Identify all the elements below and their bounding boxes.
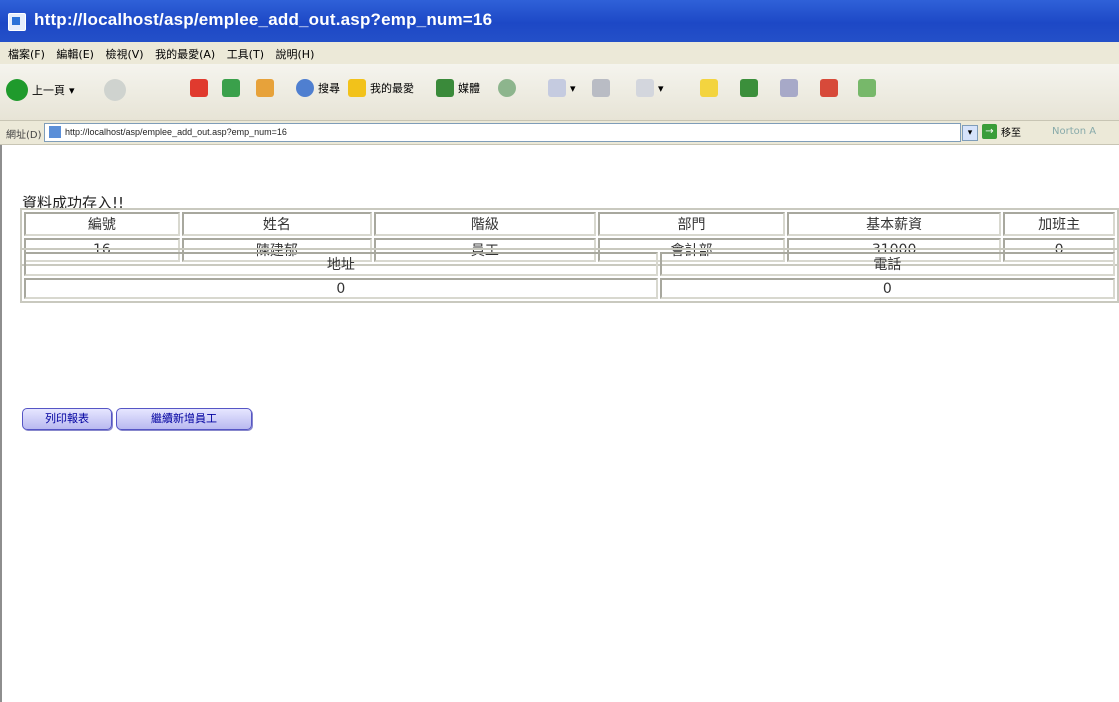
table-header-cell: 電話	[659, 252, 1115, 276]
dropdown-icon: ▾	[570, 81, 576, 95]
folder-icon	[700, 79, 718, 97]
window-left-edge	[0, 145, 2, 702]
menu-tools[interactable]: 工具(T)	[227, 46, 264, 62]
messenger-button[interactable]	[740, 79, 758, 97]
window-title: http://localhost/asp/emplee_add_out.asp?…	[34, 10, 493, 29]
media-button[interactable]: 媒體	[436, 79, 480, 97]
edit-button[interactable]: ▾	[636, 79, 664, 97]
edit-icon	[636, 79, 654, 97]
menu-help[interactable]: 說明(H)	[276, 46, 315, 62]
research-button[interactable]	[820, 79, 838, 97]
print-icon	[592, 79, 610, 97]
table-header-cell: 階級	[373, 212, 597, 236]
back-button[interactable]: 上一頁 ▾	[6, 79, 75, 101]
print-button[interactable]	[592, 79, 610, 97]
menu-edit[interactable]: 編輯(E)	[56, 46, 94, 62]
search-button[interactable]: 搜尋	[296, 79, 340, 97]
discuss-icon	[780, 79, 798, 97]
address-input[interactable]: http://localhost/asp/emplee_add_out.asp?…	[44, 123, 961, 142]
address-url: http://localhost/asp/emplee_add_out.asp?…	[65, 127, 287, 137]
forward-arrow-icon	[104, 79, 126, 101]
address-dropdown-icon[interactable]: ▾	[962, 125, 978, 141]
address-bar: 網址(D) http://localhost/asp/emplee_add_ou…	[0, 121, 1119, 145]
browser-page-icon	[8, 13, 26, 31]
home-button[interactable]	[256, 79, 274, 97]
table-cell: 0	[659, 278, 1115, 299]
go-arrow-icon: →	[982, 124, 997, 139]
table-header-cell: 部門	[598, 212, 786, 236]
table-row: 編號 姓名 階級 部門 基本薪資 加班主	[24, 212, 1115, 236]
dropdown-icon: ▾	[658, 81, 664, 95]
dropdown-icon: ▾	[69, 83, 75, 97]
messenger-icon	[740, 79, 758, 97]
mail-icon	[548, 79, 566, 97]
browser-toolbar: 上一頁 ▾ 搜尋 我的最愛 媒體 ▾ ▾	[0, 64, 1119, 121]
links-label[interactable]: Norton A	[1052, 126, 1096, 137]
favorites-label: 我的最愛	[370, 82, 414, 95]
page-content: 資料成功存入!! 編號 姓名 階級 部門 基本薪資 加班主 16 陳建郁 員工 …	[0, 145, 1119, 702]
media-icon	[436, 79, 454, 97]
search-icon	[296, 79, 314, 97]
address-label: 網址(D)	[6, 130, 42, 141]
table-cell: 0	[24, 278, 658, 299]
forward-button[interactable]	[104, 79, 126, 101]
discuss-button[interactable]	[780, 79, 798, 97]
back-label: 上一頁	[32, 84, 65, 97]
print-report-button[interactable]: 列印報表	[22, 408, 112, 430]
folder-button[interactable]	[700, 79, 718, 97]
table-header-cell: 地址	[24, 252, 658, 276]
search-label: 搜尋	[318, 82, 340, 95]
history-button[interactable]	[498, 79, 516, 97]
table-row: 地址 電話	[24, 252, 1115, 276]
add-employee-button[interactable]: 繼續新增員工	[116, 408, 252, 430]
research-icon	[820, 79, 838, 97]
menu-bar: 檔案(F) 編輯(E) 檢視(V) 我的最愛(A) 工具(T) 說明(H)	[0, 42, 1119, 65]
table-row: 0 0	[24, 278, 1115, 299]
table-header-cell: 姓名	[181, 212, 372, 236]
go-label: 移至	[1001, 128, 1021, 139]
table-header-cell: 編號	[24, 212, 180, 236]
table-header-cell: 基本薪資	[787, 212, 1002, 236]
home-icon	[256, 79, 274, 97]
stop-icon	[190, 79, 208, 97]
window-titlebar: http://localhost/asp/emplee_add_out.asp?…	[0, 0, 1119, 42]
history-icon	[498, 79, 516, 97]
stop-button[interactable]	[190, 79, 208, 97]
favorites-button[interactable]: 我的最愛	[348, 79, 414, 97]
media-label: 媒體	[458, 82, 480, 95]
contact-table: 地址 電話 0 0	[20, 248, 1119, 303]
favorites-star-icon	[348, 79, 366, 97]
menu-view[interactable]: 檢視(V)	[105, 46, 143, 62]
page-icon	[49, 126, 61, 138]
refresh-icon	[222, 79, 240, 97]
addon-button[interactable]	[858, 79, 876, 97]
back-arrow-icon	[6, 79, 28, 101]
addon-icon	[858, 79, 876, 97]
menu-favorites[interactable]: 我的最愛(A)	[155, 46, 215, 62]
mail-button[interactable]: ▾	[548, 79, 576, 97]
refresh-button[interactable]	[222, 79, 240, 97]
go-button[interactable]: → 移至	[982, 124, 1021, 139]
menu-file[interactable]: 檔案(F)	[8, 46, 45, 62]
table-header-cell: 加班主	[1003, 212, 1115, 236]
